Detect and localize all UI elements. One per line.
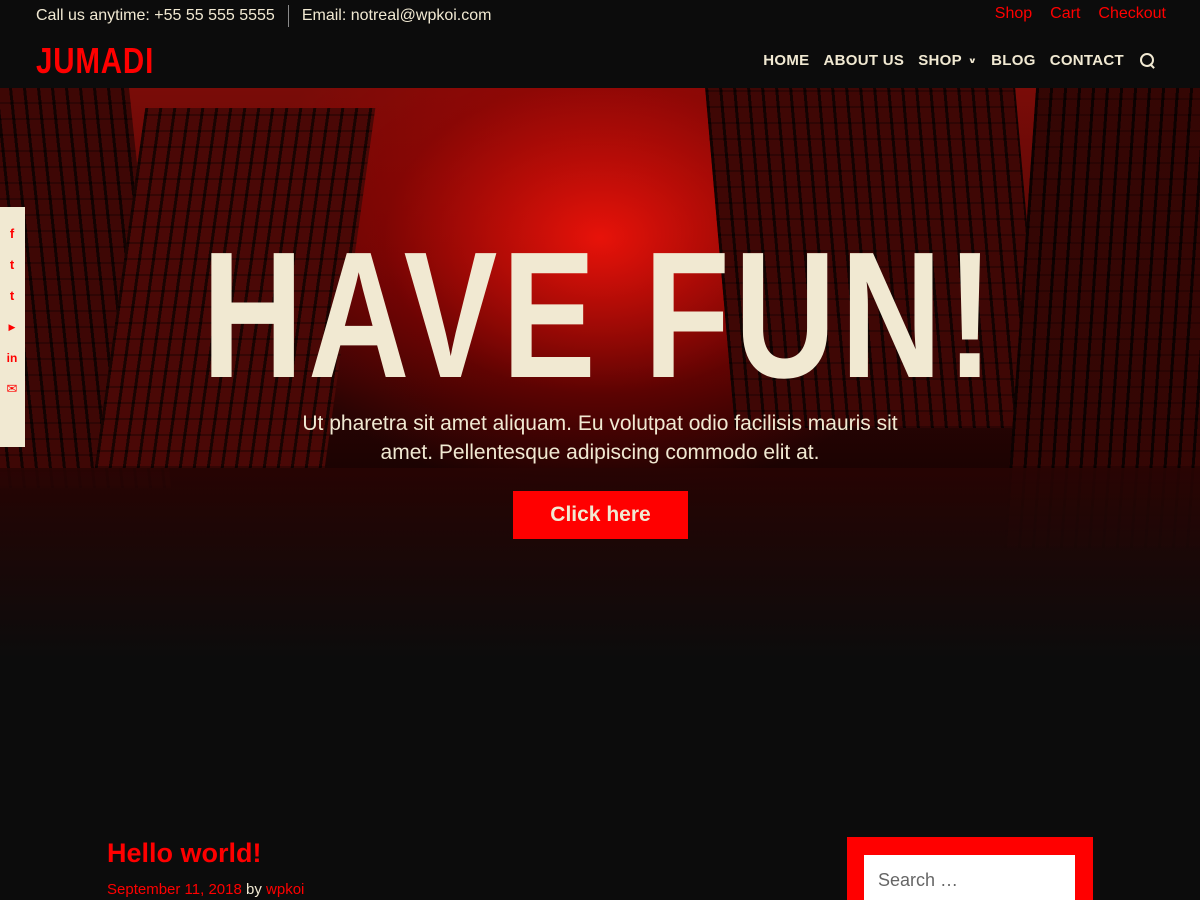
hero-section: f t t ▶ in ✉ HAVE FUN! Ut pharetra sit a…	[0, 88, 1200, 780]
nav-item-shop[interactable]: SHOP ∨	[918, 52, 977, 69]
site-logo[interactable]: JUMADI	[36, 43, 154, 79]
main-nav: HOME ABOUT US SHOP ∨ BLOG CONTACT	[749, 52, 1156, 69]
search-icon[interactable]	[1140, 52, 1156, 69]
search-input[interactable]	[864, 855, 1075, 900]
shop-link[interactable]: Shop	[995, 5, 1032, 23]
search-widget	[847, 837, 1093, 900]
nav-item-blog[interactable]: BLOG	[991, 52, 1036, 69]
youtube-icon[interactable]: ▶	[5, 320, 19, 334]
email-text: Email: notreal@wpkoi.com	[301, 7, 492, 24]
top-bar: Call us anytime: +55 55 555 5555 Email: …	[0, 0, 1200, 30]
site-header: JUMADI HOME ABOUT US SHOP ∨ BLOG CONTACT	[0, 30, 1200, 88]
social-sidebar: f t t ▶ in ✉	[0, 207, 25, 447]
nav-item-shop-label: SHOP	[918, 52, 962, 69]
checkout-link[interactable]: Checkout	[1098, 5, 1166, 23]
divider	[287, 5, 289, 27]
linkedin-icon[interactable]: in	[5, 351, 19, 365]
nav-item-contact[interactable]: CONTACT	[1050, 52, 1124, 69]
phone-text: Call us anytime: +55 55 555 5555	[36, 7, 275, 24]
chevron-down-icon: ∨	[967, 56, 978, 66]
nav-item-about-us[interactable]: ABOUT US	[823, 52, 904, 69]
contact-info: Call us anytime: +55 55 555 5555 Email: …	[36, 5, 491, 27]
tumblr-icon[interactable]: t	[5, 289, 19, 303]
post-by: by	[246, 881, 262, 898]
post-date[interactable]: September 11, 2018	[107, 881, 242, 898]
post-author[interactable]: wpkoi	[266, 881, 304, 898]
post-meta: September 11, 2018 by wpkoi	[107, 881, 304, 898]
facebook-icon[interactable]: f	[5, 227, 19, 241]
click-here-button[interactable]: Click here	[513, 491, 688, 539]
nav-item-home[interactable]: HOME	[763, 52, 809, 69]
twitter-icon[interactable]: t	[5, 258, 19, 272]
email-icon[interactable]: ✉	[5, 382, 19, 396]
post-title[interactable]: Hello world!	[107, 838, 262, 869]
hero-title: HAVE FUN!	[201, 215, 999, 416]
hero-text: Ut pharetra sit amet aliquam. Eu volutpa…	[302, 412, 898, 464]
shop-links: Shop Cart Checkout	[977, 5, 1166, 23]
cart-link[interactable]: Cart	[1050, 5, 1080, 23]
